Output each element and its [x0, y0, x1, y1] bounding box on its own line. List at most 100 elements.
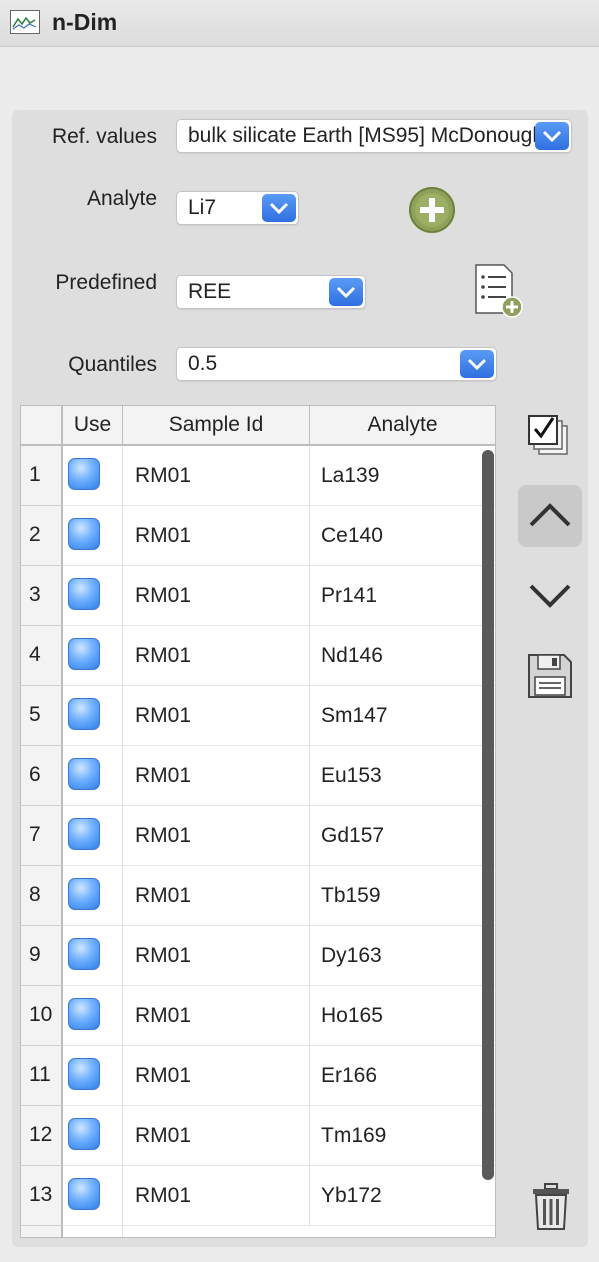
row-number: 6 — [21, 746, 63, 806]
chevron-down-icon[interactable] — [460, 350, 494, 378]
analyte-label: Analyte — [86, 187, 157, 210]
use-cell — [63, 626, 123, 686]
trash-icon — [531, 1183, 571, 1236]
sample-id-cell: RM01 — [123, 626, 310, 686]
column-header-use[interactable]: Use — [63, 406, 123, 444]
use-checkbox[interactable] — [68, 578, 100, 610]
move-up-button[interactable] — [518, 485, 582, 547]
use-cell — [63, 506, 123, 566]
table-row[interactable]: 11 RM01 Er166 — [21, 1046, 495, 1106]
row-number-header — [21, 406, 63, 444]
predefined-value: REE — [188, 280, 232, 303]
window-title: n-Dim — [52, 9, 118, 35]
table-row[interactable]: 2 RM01 Ce140 — [21, 506, 495, 566]
sample-id-cell: RM01 — [123, 866, 310, 926]
use-checkbox[interactable] — [68, 1058, 100, 1090]
row-number: 10 — [21, 986, 63, 1046]
row-number — [21, 1226, 63, 1237]
sample-id-cell: RM01 — [123, 686, 310, 746]
sample-id-cell: RM01 — [123, 1046, 310, 1106]
row-number: 13 — [21, 1166, 63, 1226]
row-number: 8 — [21, 866, 63, 926]
use-checkbox[interactable] — [68, 938, 100, 970]
row-number: 7 — [21, 806, 63, 866]
sample-id-cell: RM01 — [123, 506, 310, 566]
table-row[interactable]: 10 RM01 Ho165 — [21, 986, 495, 1046]
table-row[interactable]: 6 RM01 Eu153 — [21, 746, 495, 806]
analyte-cell: Ce140 — [321, 524, 383, 547]
use-checkbox[interactable] — [68, 818, 100, 850]
analyte-cell: Gd157 — [321, 824, 385, 847]
chevron-down-icon[interactable] — [535, 122, 569, 150]
table-row[interactable]: 4 RM01 Nd146 — [21, 626, 495, 686]
checkbox-stack-icon[interactable] — [527, 414, 573, 465]
table-row[interactable]: 3 RM01 Pr141 — [21, 566, 495, 626]
plus-circle-icon[interactable] — [407, 185, 457, 240]
analyte-cell: Tm169 — [321, 1124, 387, 1147]
use-checkbox[interactable] — [68, 758, 100, 790]
use-checkbox[interactable] — [68, 458, 100, 490]
analyte-cell: Er166 — [321, 1064, 378, 1087]
table-row[interactable]: 5 RM01 Sm147 — [21, 686, 495, 746]
sample-id-cell: RM01 — [123, 1106, 310, 1166]
use-cell — [63, 1226, 123, 1237]
analyte-table: Use Sample Id Analyte 1 RM01 La139 2 RM01 Ce1… — [20, 405, 496, 1238]
sample-id-cell: RM01 — [123, 566, 310, 626]
analyte-cell: Tb159 — [321, 884, 381, 907]
use-cell — [63, 806, 123, 866]
row-number: 4 — [21, 626, 63, 686]
table-row[interactable]: 8 RM01 Tb159 — [21, 866, 495, 926]
sample-id-cell: RM01 — [123, 806, 310, 866]
row-number: 3 — [21, 566, 63, 626]
chart-window-icon — [10, 10, 40, 34]
use-cell — [63, 1106, 123, 1166]
table-row[interactable] — [21, 1226, 495, 1237]
sample-id-cell: RM01 — [123, 1166, 310, 1226]
analyte-cell: Dy163 — [321, 944, 382, 967]
sample-id-cell: RM01 — [123, 926, 310, 986]
table-row[interactable]: 9 RM01 Dy163 — [21, 926, 495, 986]
column-header-analyte[interactable]: Analyte — [310, 406, 495, 444]
use-checkbox[interactable] — [68, 998, 100, 1030]
chevron-down-icon — [528, 584, 572, 616]
chevron-down-icon[interactable] — [262, 194, 296, 222]
predefined-label: Predefined — [55, 271, 157, 294]
use-checkbox[interactable] — [68, 878, 100, 910]
use-cell — [63, 446, 123, 506]
sample-id-cell: RM01 — [123, 986, 310, 1046]
analyte-cell: La139 — [321, 464, 380, 487]
table-row[interactable]: 12 RM01 Tm169 — [21, 1106, 495, 1166]
column-header-sample-id[interactable]: Sample Id — [123, 406, 310, 444]
analyte-value: Li7 — [188, 196, 217, 219]
predefined-select[interactable]: REE — [176, 275, 366, 309]
move-down-button[interactable] — [528, 580, 572, 617]
table-row[interactable]: 13 RM01 Yb172 — [21, 1166, 495, 1226]
save-button[interactable] — [526, 652, 574, 705]
delete-button[interactable] — [531, 1182, 571, 1237]
use-checkbox[interactable] — [68, 518, 100, 550]
analyte-select[interactable]: Li7 — [176, 191, 299, 225]
quantiles-value: 0.5 — [188, 352, 218, 375]
analyte-cell: Yb172 — [321, 1184, 382, 1207]
use-checkbox[interactable] — [68, 698, 100, 730]
use-cell — [63, 1046, 123, 1106]
use-cell — [63, 926, 123, 986]
use-checkbox[interactable] — [68, 1118, 100, 1150]
row-number: 11 — [21, 1046, 63, 1106]
use-checkbox[interactable] — [68, 1178, 100, 1210]
ref-values-select[interactable]: bulk silicate Earth [MS95] McDonough — [176, 119, 572, 153]
quantiles-label: Quantiles — [68, 353, 157, 376]
title-bar: n-Dim — [0, 0, 599, 47]
table-row[interactable]: 7 RM01 Gd157 — [21, 806, 495, 866]
analyte-cell: Pr141 — [321, 584, 378, 607]
chevron-down-icon[interactable] — [329, 278, 363, 306]
quantiles-select[interactable]: 0.5 — [176, 347, 497, 381]
add-list-icon[interactable] — [474, 263, 526, 324]
use-checkbox[interactable] — [68, 638, 100, 670]
use-cell — [63, 686, 123, 746]
ref-values-value: bulk silicate Earth [MS95] McDonough — [188, 124, 545, 147]
ref-values-label: Ref. values — [51, 125, 157, 148]
use-cell — [63, 566, 123, 626]
table-row[interactable]: 1 RM01 La139 — [21, 446, 495, 506]
table-scrollbar[interactable] — [482, 450, 494, 1180]
